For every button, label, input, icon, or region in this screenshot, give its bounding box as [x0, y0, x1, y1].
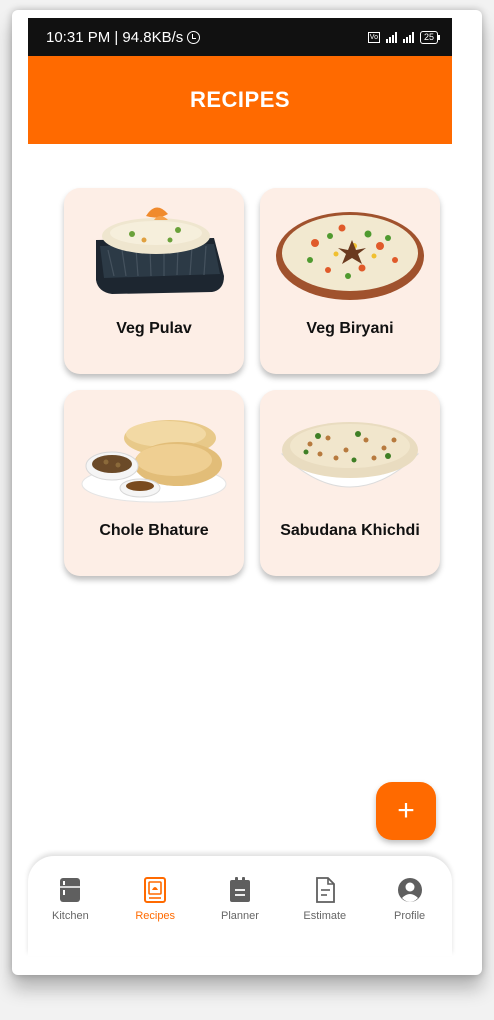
add-recipe-button[interactable]: +: [376, 782, 436, 840]
recipe-name: Chole Bhature: [99, 522, 209, 539]
document-icon: [315, 877, 335, 903]
recipe-card-sabudana-khichdi[interactable]: Sabudana Khichdi: [260, 390, 440, 576]
nav-item-planner[interactable]: Planner: [202, 876, 278, 956]
nav-item-recipes[interactable]: Recipes: [117, 876, 193, 956]
status-right: Vo 25: [367, 30, 441, 44]
recipe-name: Veg Biryani: [306, 320, 394, 337]
status-bar: 10:31 PM | 94.8KB/s Vo 25: [28, 18, 452, 56]
nav-label: Planner: [221, 910, 259, 922]
chole-bhature-image: [81, 420, 227, 503]
nav-label: Recipes: [135, 910, 176, 922]
recipe-card-chole-bhature[interactable]: Chole Bhature: [64, 390, 244, 576]
app-bar: RECIPES: [28, 56, 452, 144]
nav-item-kitchen[interactable]: Kitchen: [32, 876, 108, 956]
status-time: 10:31 PM | 94.8KB/s: [46, 28, 184, 46]
recipe-name: Veg Pulav: [116, 320, 192, 337]
nav-item-profile[interactable]: Profile: [372, 876, 448, 956]
status-left: 10:31 PM | 94.8KB/s: [46, 28, 201, 46]
battery-icon: 25: [419, 30, 441, 44]
veg-pulav-image: [96, 207, 224, 294]
volte-icon: Vo: [367, 31, 380, 43]
sabudana-khichdi-image: [280, 422, 420, 488]
nav-item-estimate[interactable]: Estimate: [287, 876, 363, 956]
nav-label: Profile: [393, 910, 426, 922]
recipe-card-veg-pulav[interactable]: Veg Pulav: [64, 188, 244, 374]
signal-icon: [385, 31, 397, 43]
alarm-icon: [187, 30, 201, 44]
page-title: RECIPES: [189, 87, 291, 112]
bottom-navigation: Kitchen Recipes Planner Estimate Profile: [28, 856, 452, 956]
recipe-book-icon: [144, 877, 167, 903]
veg-biryani-image: [276, 212, 424, 300]
signal-icon-2: [402, 31, 414, 43]
recipe-name: Sabudana Khichdi: [280, 522, 420, 539]
nav-label: Estimate: [303, 910, 347, 922]
user-icon: [397, 878, 422, 902]
nav-label: Kitchen: [52, 910, 89, 922]
fridge-icon: [60, 878, 81, 902]
recipe-card-veg-biryani[interactable]: Veg Biryani: [260, 188, 440, 374]
clipboard-icon: [229, 877, 250, 902]
